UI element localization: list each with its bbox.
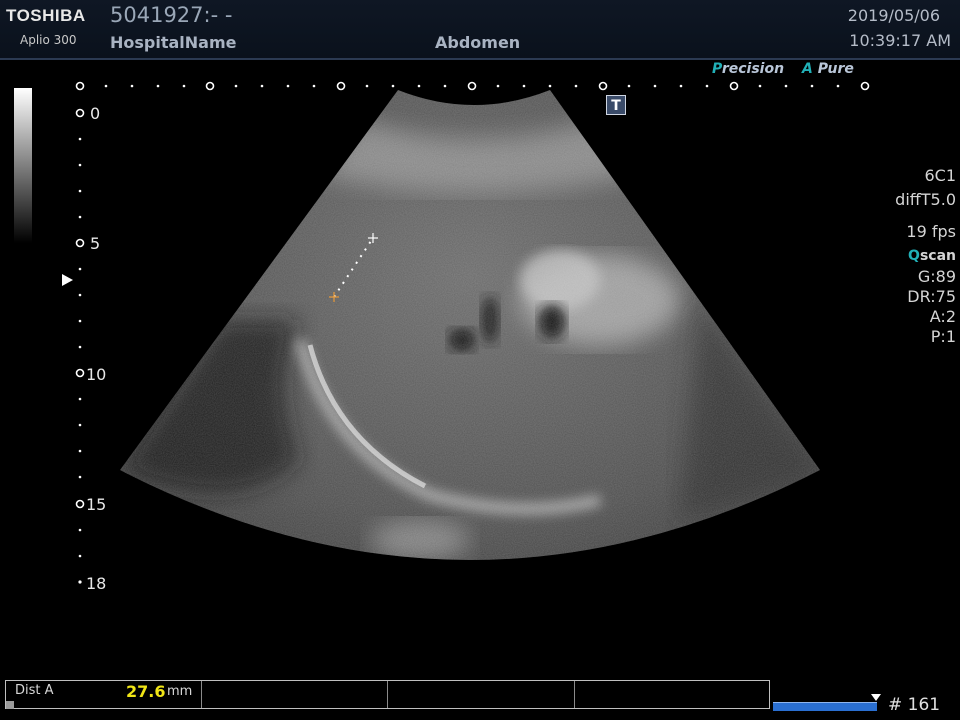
depth-label-0: 0 [90, 104, 100, 123]
cine-position-marker[interactable] [871, 694, 881, 701]
cine-scrollbar[interactable] [773, 702, 877, 711]
depth-label-15: 15 [86, 495, 106, 514]
ultrasound-sector [120, 90, 820, 560]
measurement-unit: mm [167, 684, 193, 699]
measurement-cell-3 [387, 681, 575, 708]
depth-label-5: 5 [90, 234, 100, 253]
depth-ruler: 0 5 10 15 18 [75, 104, 106, 593]
measurement-value: 27.6 [126, 682, 166, 701]
top-ruler [75, 81, 870, 91]
harmonic-label: diffT5.0 [895, 190, 956, 209]
bottom-handle [6, 701, 14, 709]
apure-mode-label: A Pure [802, 61, 854, 77]
probe-label: 6C1 [924, 166, 956, 185]
depth-label-18: 18 [86, 574, 106, 593]
measurement-label: Dist A [15, 683, 54, 698]
frame-number: # 161 [888, 695, 941, 715]
depth-label-10: 10 [86, 365, 106, 384]
measurement-cell-2 [201, 681, 388, 708]
dynamic-range-value: DR:75 [907, 287, 956, 306]
a-value: A:2 [929, 307, 956, 326]
focus-marker[interactable] [62, 274, 73, 286]
grayscale-bar [14, 88, 32, 243]
measurement-cell-1: Dist A 27.6 mm [6, 681, 202, 708]
qscan-label: Qscan [908, 248, 956, 264]
precision-mode-label: Precision [712, 61, 785, 77]
ultrasound-image: 0 5 10 15 18 [75, 81, 870, 593]
measurement-bar: Dist A 27.6 mm [5, 680, 770, 709]
frame-rate: 19 fps [906, 222, 956, 241]
gain-value: G:89 [917, 267, 956, 286]
t-orientation-badge[interactable]: T [606, 95, 626, 115]
p-value: P:1 [930, 327, 956, 346]
measurement-cell-4 [574, 681, 769, 708]
top-ruler-ticks [104, 84, 840, 88]
